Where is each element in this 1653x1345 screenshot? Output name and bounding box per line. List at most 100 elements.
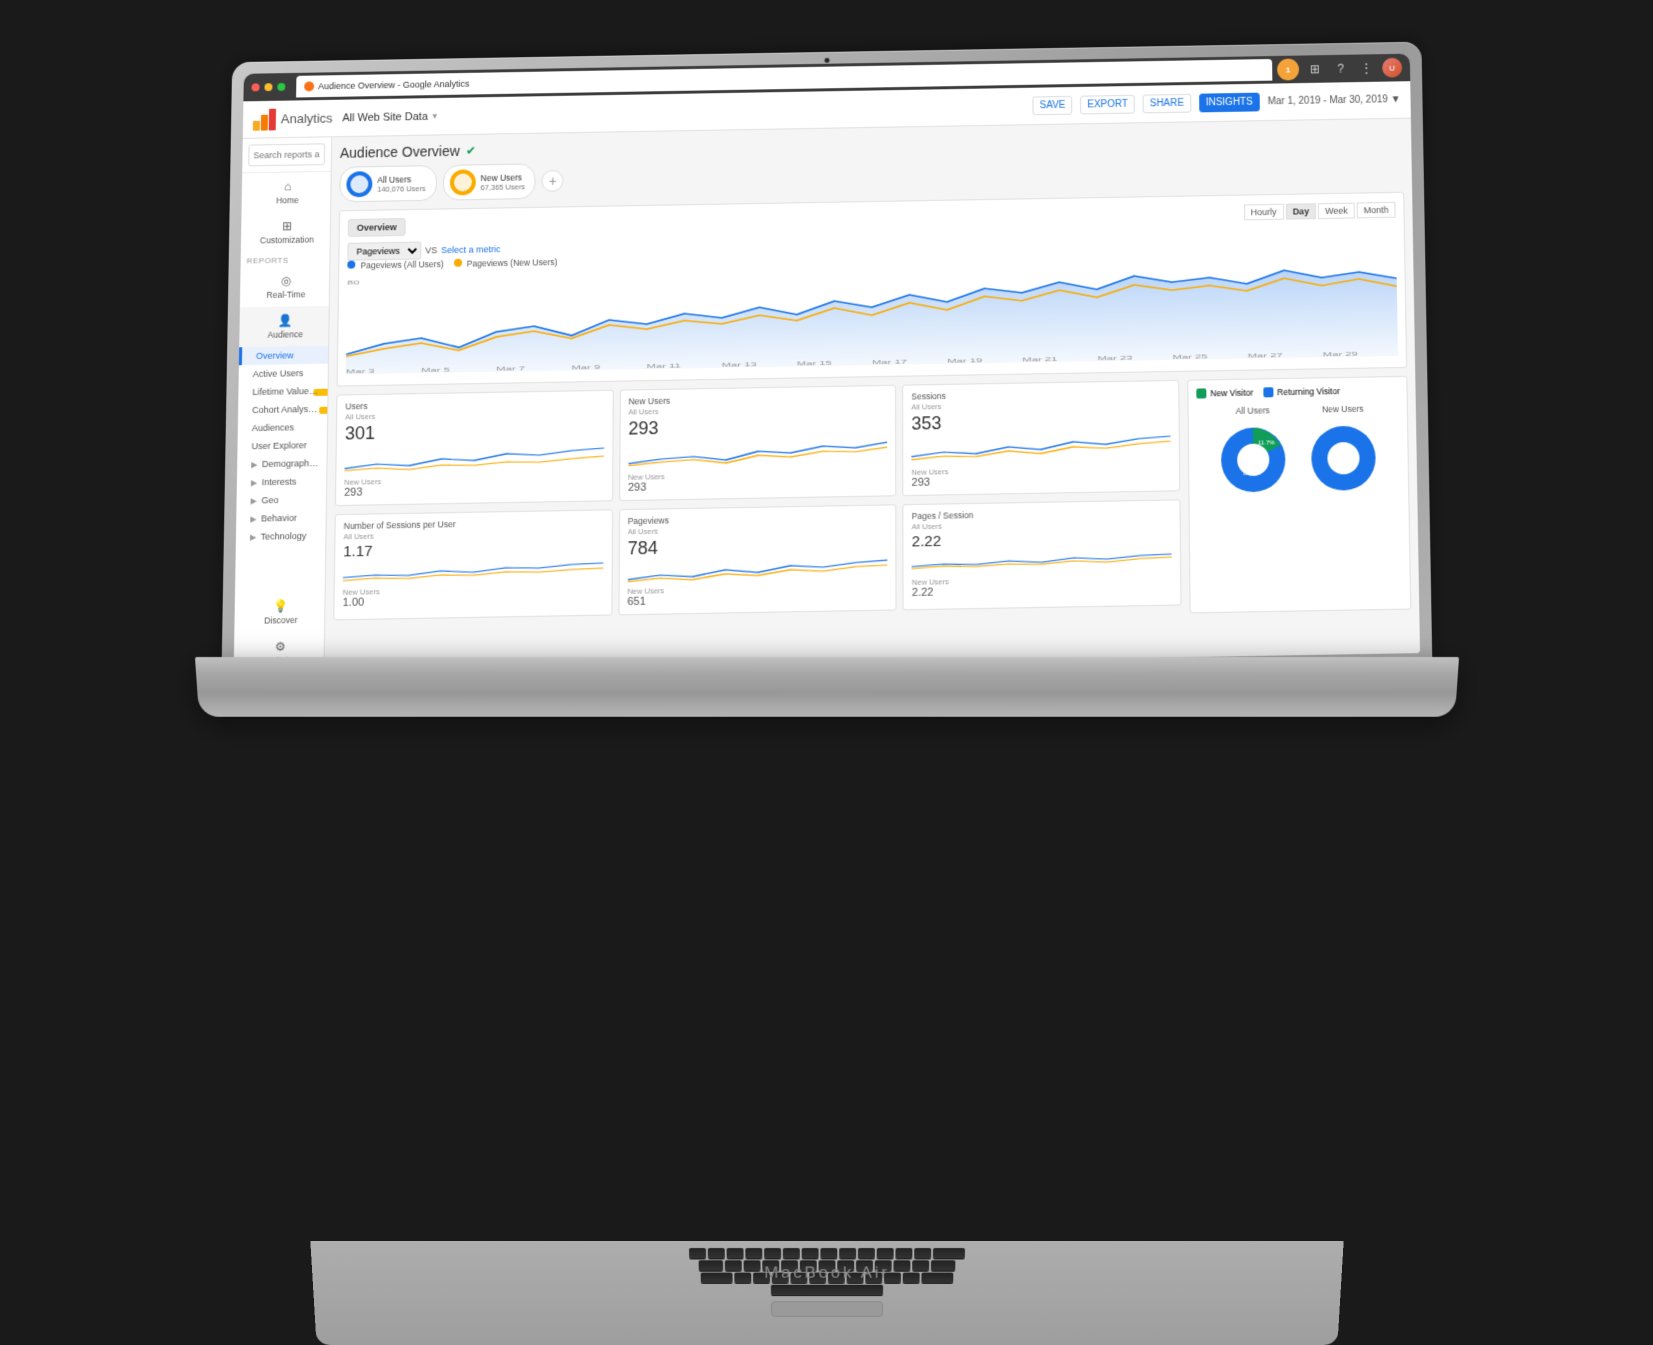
stat-card-pages-per-session: Pages / Session All Users 2.22 [902,499,1181,610]
apps-icon[interactable]: ⊞ [1304,59,1324,79]
spu-value: 1.17 [343,538,603,560]
new-visitor-legend-box [1196,388,1206,398]
sidebar-item-customization[interactable]: ⊞ Customization [240,211,329,252]
chrome-minimize-dot[interactable] [264,83,272,91]
help-icon[interactable]: ? [1330,58,1350,78]
key [893,1260,910,1270]
chrome-tab-title: Audience Overview - Google Analytics [317,78,469,90]
key [726,1248,743,1259]
sidebar-item-discover[interactable]: 💡 Discover [234,591,324,633]
x-label-3: Mar 7 [496,364,525,371]
new-users-label: New Users [480,171,524,182]
pie-legend-new: New Visitor [1196,387,1253,398]
screen-content: Audience Overview - Google Analytics 1 ⊞… [233,53,1419,673]
week-button[interactable]: Week [1317,202,1354,218]
key [764,1248,781,1259]
x-label-11: Mar 23 [1097,354,1132,361]
key [839,1248,856,1259]
key [932,1248,964,1259]
pie-charts-section: New Visitor Returning Visitor [1187,375,1411,613]
key [912,1260,929,1270]
x-label-5: Mar 11 [646,362,680,369]
stats-grid-bottom: Number of Sessions per User All Users 1.… [333,499,1181,620]
insights-button[interactable]: INSIGHTS [1198,92,1259,112]
save-button[interactable]: SAVE [1032,95,1072,114]
sidebar-sub-demographics[interactable]: ▶ Demographics [237,453,327,473]
pageviews-value: 784 [627,533,887,559]
chrome-close-dot[interactable] [251,83,259,91]
sidebar-item-audience[interactable]: 👤 Audience [239,305,329,346]
overview-tab[interactable]: Overview [347,218,405,237]
camera-dot [824,57,829,62]
scene: Audience Overview - Google Analytics 1 ⊞… [127,29,1527,929]
x-label-13: Mar 27 [1247,351,1282,358]
line-chart: Mar 3 Mar 5 Mar 7 Mar 9 Mar 11 Mar 13 Ma… [345,256,1397,374]
x-label-4: Mar 9 [571,363,600,370]
sidebar-sub-behavior[interactable]: ▶ Behavior [236,508,326,528]
audience-icon: 👤 [278,313,292,327]
new-users-legend-dot [453,258,461,266]
trackpad[interactable] [771,1301,883,1317]
sidebar-sub-user-explorer[interactable]: User Explorer [237,435,327,455]
stats-section: Users All Users 301 New [333,379,1181,628]
all-users-pie-wrap: All Users [1212,404,1293,500]
x-label-10: Mar 21 [1022,355,1057,362]
sidebar-sub-cohort[interactable]: Cohort Analysis BETA [237,399,326,419]
search-input[interactable] [248,143,325,166]
sidebar-sub-audiences[interactable]: Audiences [237,417,326,437]
users-sparkline [344,442,604,475]
hourly-button[interactable]: Hourly [1243,203,1283,220]
new-users-ring [449,169,475,195]
month-button[interactable]: Month [1356,201,1395,218]
select-metric-link[interactable]: Select a metric [441,244,500,255]
ga-property-selector[interactable]: All Web Site Data ▼ [342,110,438,123]
key [895,1248,912,1259]
sidebar-item-home[interactable]: ⌂ Home [241,171,330,212]
sidebar-sub-technology[interactable]: ▶ Technology [235,526,325,546]
time-buttons: Hourly Day Week Month [1243,201,1395,219]
all-users-returning-pct: 88.3% [1243,470,1261,476]
pie-legend-returning: Returning Visitor [1263,386,1340,397]
chrome-maximize-dot[interactable] [277,82,285,90]
segment-new-users[interactable]: New Users 67,365 Users [442,163,535,200]
x-label-6: Mar 13 [721,360,756,367]
date-range[interactable]: Mar 1, 2019 - Mar 30, 2019 ▼ [1267,94,1400,107]
sidebar-sub-geo[interactable]: ▶ Geo [236,490,326,510]
key [930,1260,954,1270]
sidebar-item-realtime[interactable]: ◎ Real-Time [239,266,328,307]
export-button[interactable]: EXPORT [1080,94,1135,114]
share-button[interactable]: SHARE [1142,93,1190,113]
discover-icon: 💡 [273,598,287,612]
notification-badge[interactable]: 1 [1277,58,1299,80]
ga-top-actions: SAVE EXPORT SHARE INSIGHTS Mar 1, 2019 -… [1032,90,1400,115]
sidebar-sub-lifetime-value[interactable]: Lifetime Value BETA [238,381,327,401]
new-users-sparkline [628,437,887,470]
new-users-stat-value: 293 [628,414,887,440]
key [698,1260,722,1270]
new-users-count: 67,365 Users [480,181,524,191]
metric-select-dropdown[interactable]: Pageviews Sessions Users [347,241,421,260]
admin-icon: ⚙ [273,639,287,653]
all-users-pie-label: All Users [1235,405,1269,416]
macbook: Audience Overview - Google Analytics 1 ⊞… [177,49,1477,909]
sidebar-sub-active-users[interactable]: Active Users [238,363,327,383]
ga-title: Analytics [280,110,332,126]
ga-interface: Audience Overview - Google Analytics 1 ⊞… [233,53,1419,673]
day-button[interactable]: Day [1285,203,1316,219]
key [902,1272,919,1282]
menu-icon[interactable]: ⋮ [1356,58,1376,78]
laptop-lid: Audience Overview - Google Analytics 1 ⊞… [221,41,1432,682]
ga-content: Audience Overview ✔ All Users [324,118,1420,672]
chrome-favicon [304,81,314,91]
home-icon: ⌂ [280,179,294,193]
new-users-pie-label: New Users [1321,403,1363,414]
sidebar-sub-interests[interactable]: ▶ Interests [236,472,326,492]
key [745,1248,762,1259]
user-avatar[interactable]: U [1382,57,1402,77]
sidebar-home-label: Home [276,195,299,205]
x-label-8: Mar 17 [871,358,906,365]
add-segment-button[interactable]: + [541,169,563,191]
segment-all-users[interactable]: All Users 140,076 Users [339,165,437,202]
sidebar-sub-overview[interactable]: Overview [238,345,327,365]
pageviews-sparkline [627,556,887,583]
